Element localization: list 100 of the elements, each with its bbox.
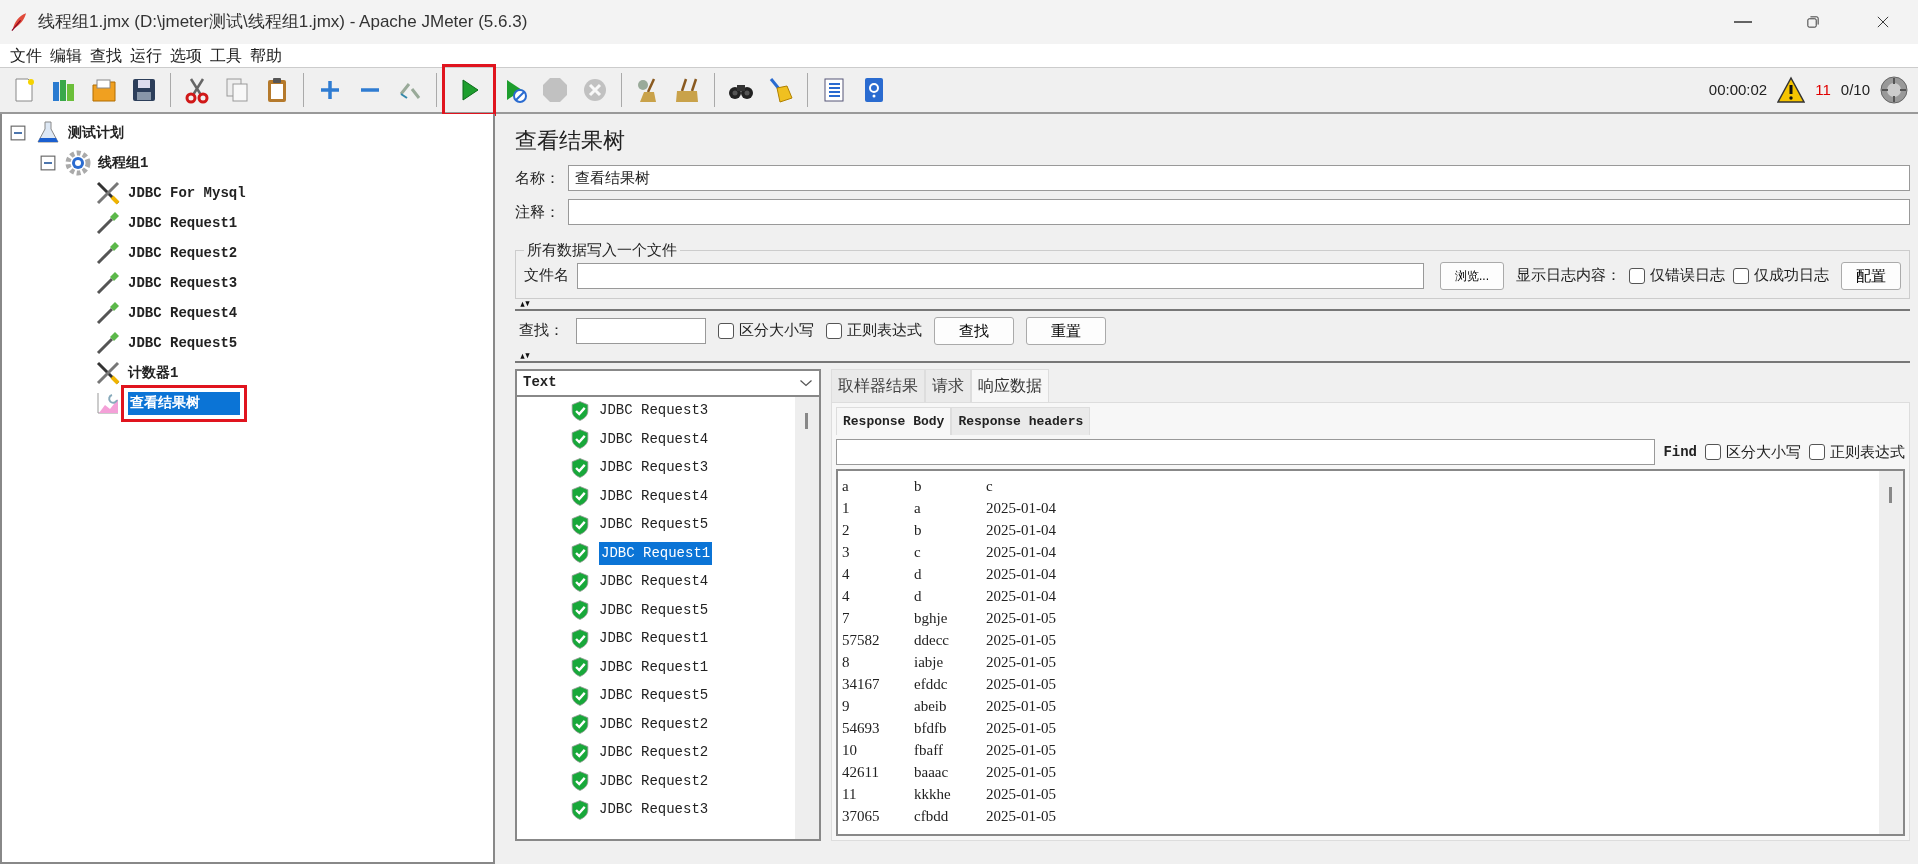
checkbox[interactable]: 仅成功日志 [1733,264,1829,287]
tree-item[interactable]: JDBC Request3 [128,272,238,294]
tree-item[interactable]: JDBC Request5 [128,332,238,354]
browse-button[interactable]: 浏览... [1440,261,1504,290]
tree-item[interactable]: 查看结果树 [128,391,240,415]
response-text: bghje [914,609,949,628]
shield-check-icon [569,770,591,793]
result-item[interactable]: JDBC Request2 [599,742,709,764]
response-text: d [914,587,923,606]
floppy-icon [130,76,158,104]
result-item[interactable]: JDBC Request4 [599,428,709,450]
result-item[interactable]: JDBC Request3 [599,400,709,422]
result-item[interactable]: JDBC Request4 [599,485,709,507]
response-text: efddc [914,675,949,694]
comment-field[interactable] [568,199,1910,225]
response-text: 9 [842,697,851,716]
response-text: 54693 [842,719,881,738]
menu-item[interactable]: 文件 [6,43,46,68]
minimize-icon [1734,21,1752,23]
shield-check-icon [569,399,591,422]
tree-item[interactable]: 线程组1 [98,152,149,174]
tab[interactable]: 请求 [925,368,971,402]
response-text: 2025-01-05 [986,719,1057,738]
shield-check-icon [569,656,591,679]
field-label: 文件名 [524,265,569,286]
menu-item[interactable]: 工具 [206,43,246,68]
shield-check-icon [569,485,591,508]
menu-item[interactable]: 运行 [126,43,166,68]
tab[interactable]: 响应数据 [971,368,1049,402]
cancel-circle-icon [581,76,609,104]
response-text: 7 [842,609,851,628]
menu-item[interactable]: 帮助 [246,43,286,68]
checkbox[interactable]: 正则表达式 [1809,440,1905,464]
tab[interactable]: Response headers [951,406,1091,435]
shield-check-icon [569,627,591,650]
response-text: fbaff [914,741,944,760]
gear-icon [64,149,92,177]
result-item[interactable]: JDBC Request3 [599,799,709,821]
tree-item[interactable]: JDBC Request4 [128,302,238,324]
tree-item[interactable]: JDBC Request1 [128,212,238,234]
response-text: 10 [842,741,858,760]
shield-check-icon [569,599,591,622]
menu-item[interactable]: 编辑 [46,43,86,68]
collapse-toggle-icon[interactable] [40,155,56,171]
response-text: 1 [842,499,851,518]
search-field[interactable] [576,317,706,344]
tab[interactable]: Response Body [836,406,952,435]
response-text: 4 [842,565,851,584]
response-text: 2025-01-05 [986,785,1057,804]
thread-count: 0/10 [1840,79,1870,100]
panel-title: 查看结果树 [515,127,626,155]
warning-icon[interactable] [1777,76,1806,104]
response-text: bfdfb [914,719,948,738]
tab[interactable]: 取样器结果 [831,368,925,402]
result-item[interactable]: JDBC Request2 [599,770,709,792]
tree-item[interactable]: JDBC Request2 [128,242,238,264]
response-text: 37065 [842,807,881,826]
tree-item[interactable]: 计数器1 [128,362,179,384]
find-field[interactable] [836,439,1656,465]
checkbox[interactable]: 区分大小写 [1705,440,1801,464]
result-item[interactable]: JDBC Request3 [599,457,709,479]
menu-item[interactable]: 查找 [86,43,126,68]
tree-item[interactable]: JDBC For Mysql [128,182,246,204]
result-item[interactable]: JDBC Request1 [599,628,709,650]
checkbox[interactable]: 仅错误日志 [1629,264,1725,287]
action-button[interactable]: 查找 [934,316,1014,345]
filename-field[interactable] [577,262,1424,289]
response-text: 2025-01-05 [986,653,1057,672]
name-field[interactable]: 查看结果树 [568,165,1910,191]
result-item[interactable]: JDBC Request2 [599,713,709,735]
response-text: c [914,543,922,562]
checkbox[interactable]: 区分大小写 [718,319,814,342]
result-item[interactable]: JDBC Request1 [599,656,709,678]
result-item[interactable]: JDBC Request5 [599,514,709,536]
scrollbar-thumb[interactable] [1889,487,1892,503]
action-button[interactable]: 重置 [1026,316,1106,345]
response-text: 2025-01-04 [986,587,1057,606]
scrollbar-thumb[interactable] [805,412,808,429]
collapse-toggle-icon[interactable] [10,125,26,141]
response-text: 2025-01-05 [986,631,1057,650]
result-item[interactable]: JDBC Request5 [599,599,709,621]
result-item[interactable]: JDBC Request1 [599,541,713,565]
shield-check-icon [569,798,591,821]
pipette-icon [94,239,122,267]
result-item[interactable]: JDBC Request4 [599,571,709,593]
configure-button[interactable]: 配置 [1841,261,1901,290]
pipette-icon [94,299,122,327]
response-text: 8 [842,653,851,672]
tree-item[interactable]: 测试计划 [68,122,124,144]
checkbox[interactable]: 正则表达式 [826,319,922,342]
result-item[interactable]: JDBC Request5 [599,685,709,707]
response-text: 3 [842,543,851,562]
field-label: 显示日志内容： [1516,265,1621,286]
folder-icon [90,76,118,104]
shield-check-icon [569,684,591,707]
remote-icon[interactable] [1880,76,1908,104]
menu-item[interactable]: 选项 [166,43,206,68]
response-text: b [914,477,923,496]
response-text: a [842,477,850,496]
response-text: 34167 [842,675,881,694]
